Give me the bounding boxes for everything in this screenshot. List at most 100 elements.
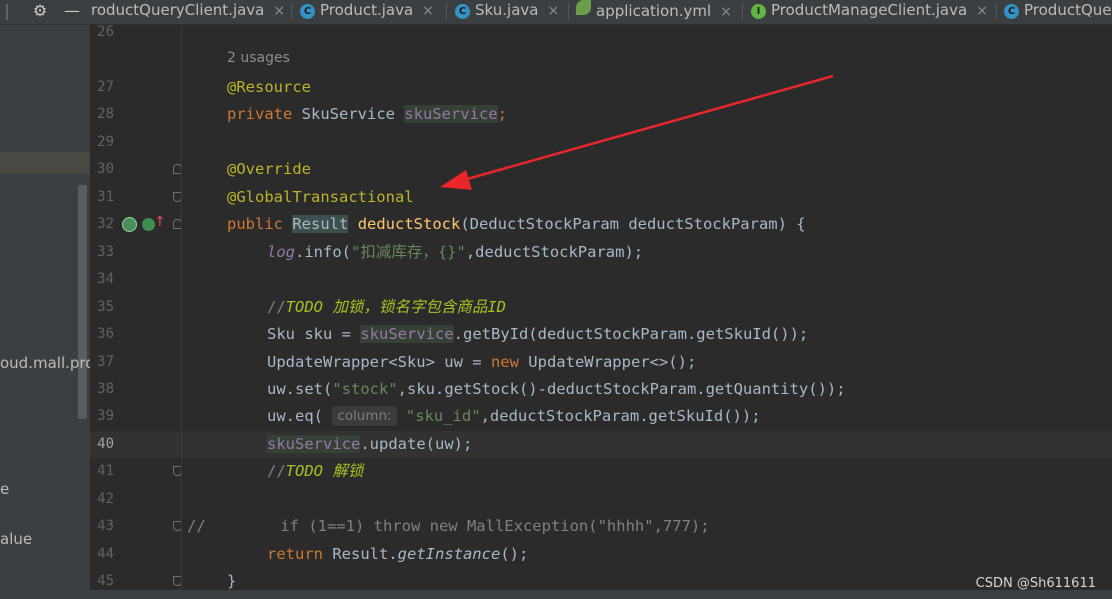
code-text: Result.: [323, 545, 398, 563]
commented-code: // if (1==1) throw new MallException("hh…: [187, 517, 710, 535]
static-method: getInstance: [397, 545, 501, 563]
code-text: ,sku.getStock()-deductStockParam.getQuan…: [397, 380, 846, 398]
tree-item[interactable]: oud.mall.pro: [0, 354, 90, 372]
field-name: skuService: [404, 105, 498, 123]
code-line: 27 @Resource: [90, 74, 1112, 101]
code-line: 38 uw.set("stock",sku.getStock()-deductS…: [90, 376, 1112, 403]
tab-separator: [742, 3, 743, 20]
close-icon[interactable]: ×: [976, 3, 988, 19]
code-line: 43 // if (1==1) throw new MallException(…: [90, 513, 1112, 540]
code-line: 28 private SkuService skuService;: [90, 101, 1112, 128]
override-arrow-icon[interactable]: ↑: [154, 214, 166, 230]
close-icon[interactable]: ×: [273, 3, 285, 19]
tab-label: ProductManageClient.java: [771, 1, 968, 19]
code-line: 31 @GlobalTransactional: [90, 184, 1112, 211]
line-number: 28: [97, 106, 114, 122]
class-c-icon: C: [300, 4, 315, 19]
keyword: public: [227, 215, 283, 233]
usages-hint[interactable]: 2 usages: [227, 50, 290, 66]
tree-item[interactable]: alue: [0, 530, 32, 548]
tab-label: Product.java: [320, 1, 414, 19]
code-text: uw.set(: [267, 380, 333, 398]
code-line: 35 //TODO 加锁，锁名字包含商品ID: [90, 294, 1112, 321]
code-line: 37 UpdateWrapper<Sku> uw = new UpdateWra…: [90, 349, 1112, 376]
tab-separator: [446, 3, 447, 20]
class-c-icon: C: [455, 4, 470, 19]
line-number: 29: [97, 134, 114, 150]
line-number: 37: [97, 354, 114, 370]
minimize-icon[interactable]: —: [62, 0, 82, 22]
line-number: 31: [97, 189, 114, 205]
type-name: SkuService: [292, 105, 405, 123]
bottom-status-strip: [0, 590, 1112, 599]
editor-tab-bar: | ⚙ — roductQueryClient.java × C Product.j…: [0, 0, 1112, 25]
tab-application-yml[interactable]: application.yml ×: [576, 0, 732, 24]
code-text: ();: [500, 545, 529, 563]
tab-label: ProductQue: [1024, 1, 1112, 19]
keyword: new: [490, 353, 519, 371]
line-number: 41: [97, 463, 114, 479]
log-field: log: [267, 243, 295, 261]
annotation: @Override: [227, 160, 311, 178]
code-line: 33 log.info("扣减库存，{}",deductStockParam);: [90, 239, 1112, 266]
code-line: 36 Sku sku = skuService.getById(deductSt…: [90, 321, 1112, 348]
spring-leaf-icon: [576, 0, 591, 15]
type-name: Result: [292, 215, 349, 233]
project-panel-scrollbar[interactable]: [78, 185, 87, 419]
tab-separator: [568, 3, 569, 20]
keyword: private: [227, 105, 293, 123]
line-number: 32: [97, 216, 114, 232]
comment-slashes: //: [267, 298, 286, 316]
transaction-bean-icon[interactable]: [122, 217, 137, 232]
semicolon: ;: [497, 105, 507, 123]
selected-tree-row[interactable]: [0, 152, 90, 174]
field-name: skuService: [267, 435, 361, 453]
keyword: return: [267, 545, 323, 563]
close-icon[interactable]: ×: [547, 3, 559, 19]
todo-comment: TODO 解锁: [285, 462, 364, 480]
tab-sku-java[interactable]: C Sku.java ×: [455, 0, 559, 24]
code-line: 42: [90, 486, 1112, 513]
tab-product-java[interactable]: C Product.java ×: [300, 0, 434, 24]
line-number: 30: [97, 161, 114, 177]
field-name: skuService: [360, 325, 454, 343]
tab-separator: [996, 3, 997, 20]
code-line: 41 //TODO 解锁: [90, 458, 1112, 485]
line-number: 43: [97, 518, 114, 534]
method-name: deductStock: [357, 215, 461, 233]
string-literal: "sku_id": [405, 407, 481, 425]
code-line: 26: [90, 25, 1112, 46]
code-line: 30 @Override: [90, 156, 1112, 183]
line-number: 36: [97, 326, 114, 342]
code-text: Sku sku =: [267, 325, 361, 343]
code-line: 39 uw.eq( column: "sku_id",deductStockPa…: [90, 403, 1112, 430]
method-signature: (DeductStockParam deductStockParam) {: [460, 215, 806, 233]
code-line: 44 return Result.getInstance();: [90, 541, 1112, 568]
code-text: .info(: [295, 243, 351, 261]
code-text: .update(uw);: [360, 435, 473, 453]
tab-product-manage-client[interactable]: I ProductManageClient.java ×: [751, 0, 988, 24]
close-icon[interactable]: ×: [422, 3, 434, 19]
line-number: 34: [97, 271, 114, 287]
code-line: 29: [90, 129, 1112, 156]
line-number: 38: [97, 381, 114, 397]
code-editor[interactable]: 26 2 usages 27 @Resource 28 private SkuS…: [90, 25, 1112, 599]
gear-icon[interactable]: ⚙: [30, 0, 50, 22]
class-c-icon: C: [1004, 4, 1019, 19]
code-line: 34: [90, 266, 1112, 293]
line-number: 26: [97, 25, 114, 40]
tab-separator: [291, 3, 292, 20]
todo-comment: TODO 加锁，锁名字包含商品ID: [285, 298, 506, 316]
close-icon[interactable]: ×: [720, 4, 732, 20]
tab-label: roductQueryClient.java: [91, 1, 265, 19]
code-text: UpdateWrapper<Sku> uw =: [267, 353, 491, 371]
tab-product-que[interactable]: C ProductQue: [1004, 0, 1112, 24]
code-text: ,deductStockParam);: [465, 243, 644, 261]
comment-slashes: //: [267, 462, 286, 480]
vertical-divider-icon: |: [4, 1, 10, 20]
code-text: UpdateWrapper<>();: [518, 353, 697, 371]
tab-product-query-client[interactable]: roductQueryClient.java ×: [91, 0, 285, 24]
tree-item[interactable]: e: [0, 480, 9, 498]
